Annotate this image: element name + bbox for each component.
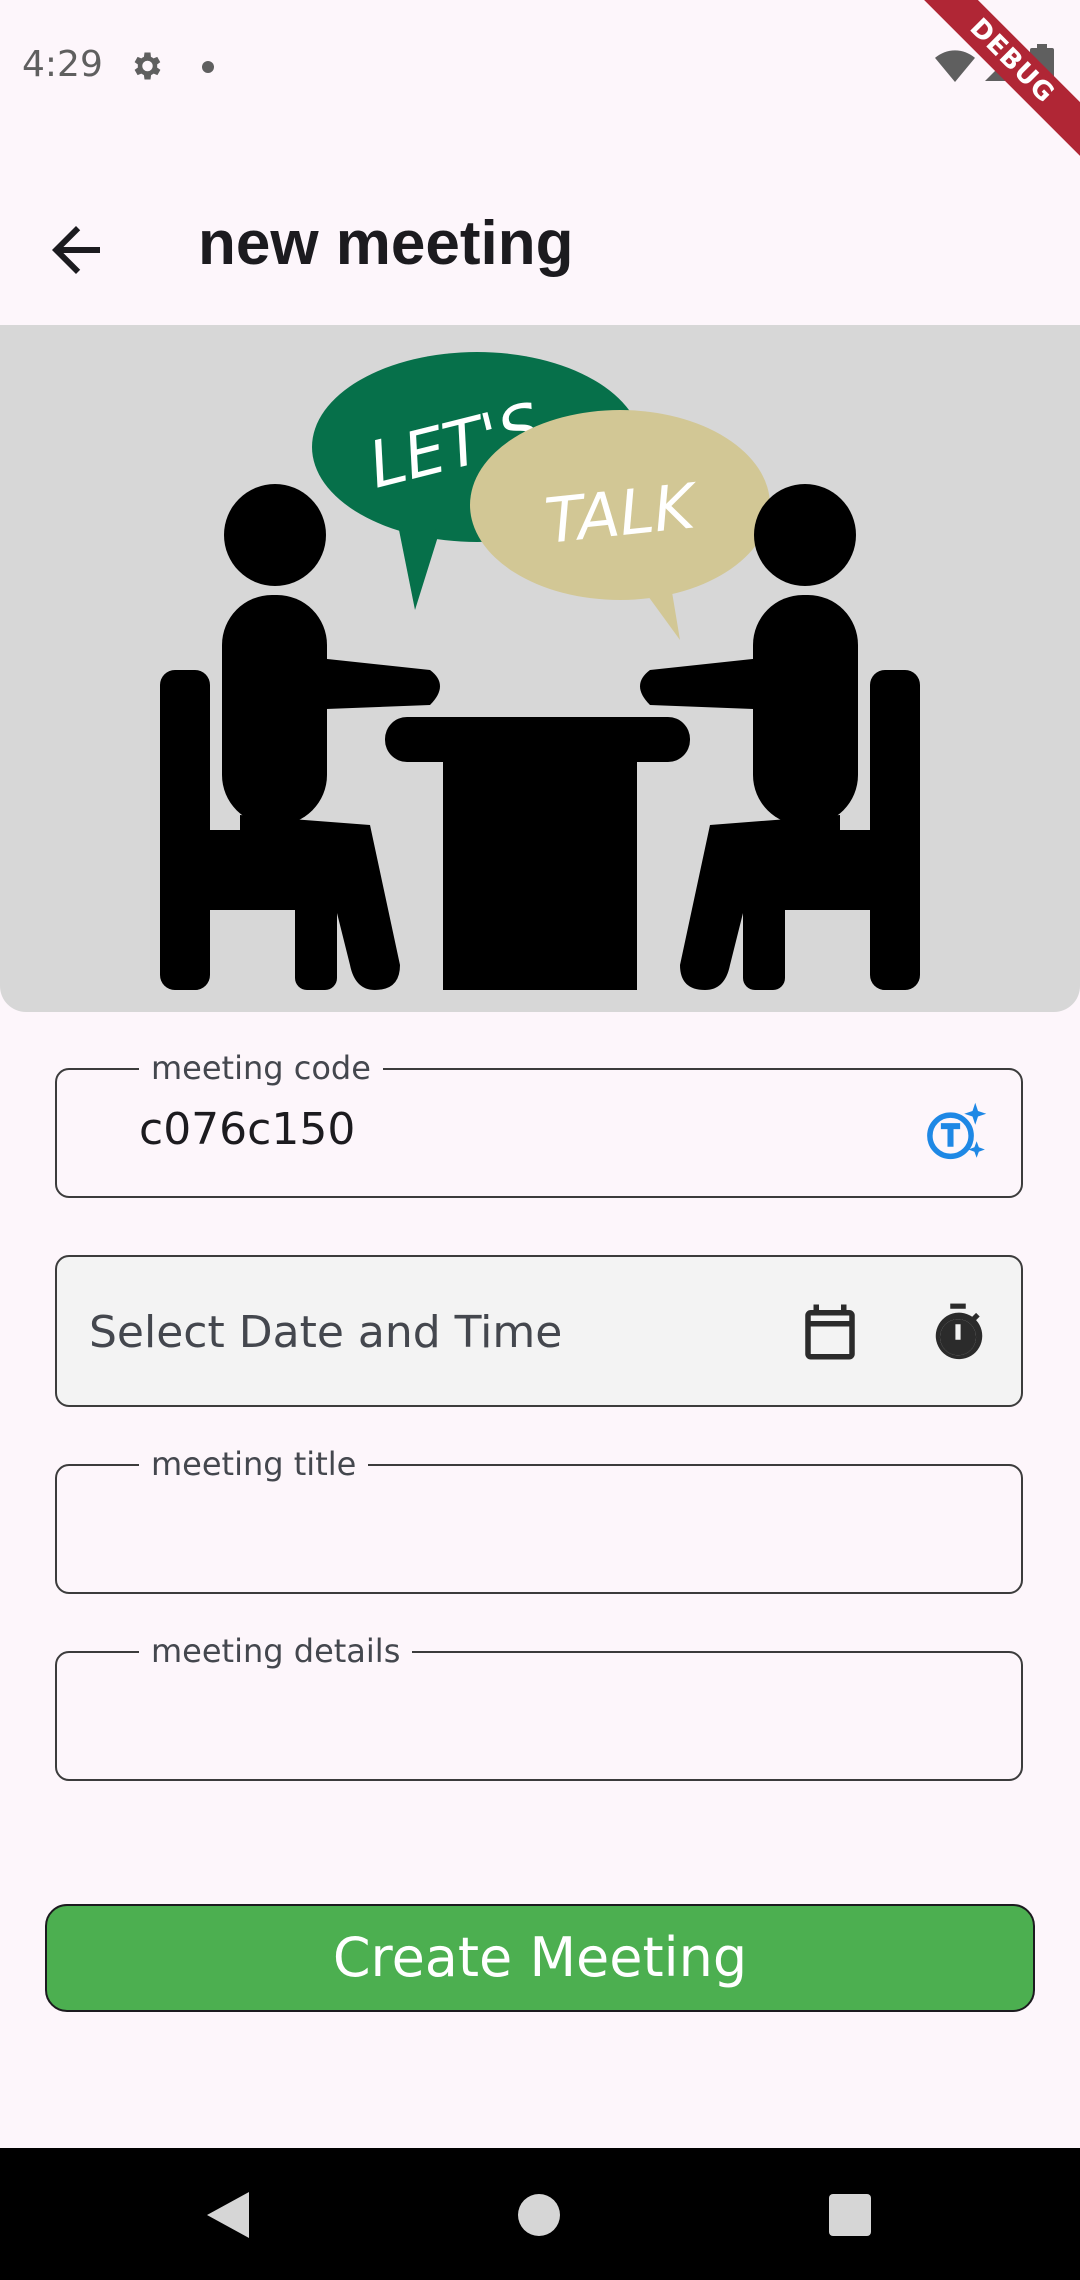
table	[385, 717, 690, 990]
meeting-code-value[interactable]: c076c150	[139, 1104, 355, 1155]
meeting-code-label: meeting code	[139, 1048, 383, 1088]
timer-icon[interactable]	[927, 1301, 989, 1363]
calendar-icon[interactable]	[797, 1299, 863, 1365]
meeting-title-label: meeting title	[139, 1444, 369, 1484]
hero-illustration: LET'S TALK	[0, 325, 1080, 1012]
back-triangle-icon[interactable]	[205, 2190, 251, 2240]
home-circle-icon[interactable]	[518, 2194, 560, 2236]
debug-label: DEBUG	[920, 0, 1080, 160]
debug-banner: DEBUG	[920, 0, 1080, 160]
meeting-title-field[interactable]: meeting title	[55, 1444, 1023, 1594]
meeting-illustration: LET'S TALK	[160, 352, 920, 990]
status-time: 4:29	[22, 44, 103, 85]
notification-dot-icon	[202, 61, 214, 73]
gear-icon	[134, 52, 161, 80]
system-nav-bar	[0, 2148, 1080, 2280]
speech-bubble-right: TALK	[470, 410, 770, 640]
ai-generate-icon[interactable]	[923, 1100, 989, 1166]
recents-square-icon[interactable]	[829, 2194, 871, 2236]
meeting-details-field[interactable]: meeting details	[55, 1631, 1023, 1781]
create-meeting-button[interactable]: Create Meeting	[45, 1904, 1035, 2012]
date-time-placeholder: Select Date and Time	[89, 1307, 563, 1358]
meeting-code-field[interactable]: meeting code c076c150	[55, 1048, 1023, 1198]
meeting-details-label: meeting details	[139, 1631, 413, 1671]
date-time-field[interactable]: Select Date and Time	[55, 1255, 1023, 1407]
page-title: new meeting	[198, 209, 574, 278]
app-bar: new meeting	[0, 180, 1080, 320]
back-button[interactable]	[40, 214, 112, 286]
status-bar: 4:29	[0, 0, 1080, 134]
